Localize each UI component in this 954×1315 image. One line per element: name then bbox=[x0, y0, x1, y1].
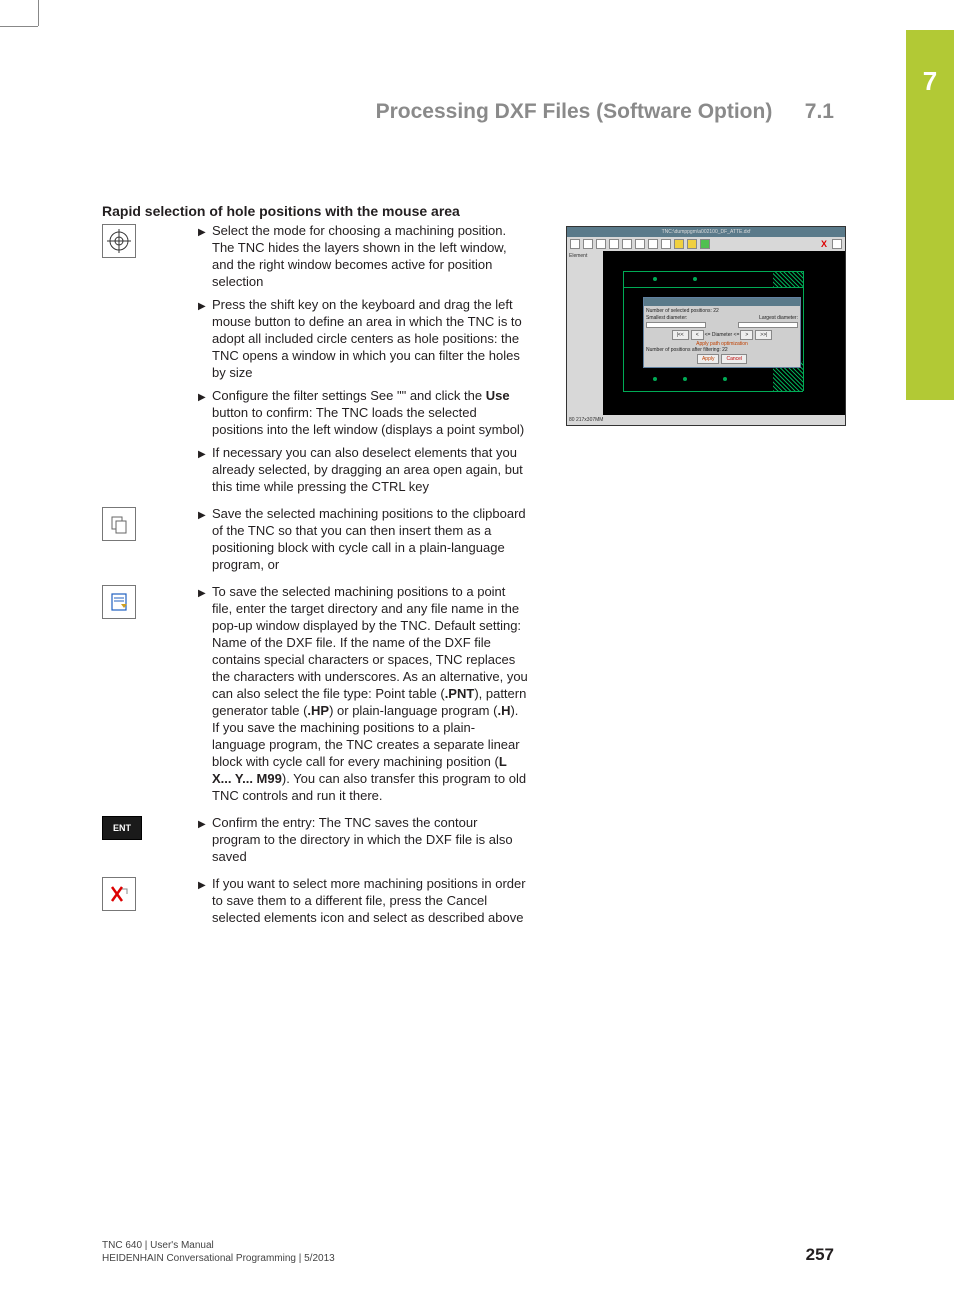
chapter-number: 7 bbox=[906, 30, 954, 97]
toolbar-icon bbox=[832, 239, 842, 249]
save-file-icon bbox=[102, 585, 136, 619]
step-text: Select the mode for choosing a machining… bbox=[212, 222, 528, 290]
toolbar-icon bbox=[622, 239, 632, 249]
step-row: ▶If you want to select more machining po… bbox=[102, 875, 852, 932]
chapter-tab: 7 bbox=[906, 30, 954, 400]
footer-text: TNC 640 | User's Manual HEIDENHAIN Conve… bbox=[102, 1239, 335, 1265]
toolbar-icon bbox=[661, 239, 671, 249]
dialog-nav-btn: |<< bbox=[672, 330, 689, 340]
dialog-label: Largest diameter: bbox=[759, 315, 798, 321]
toolbar-icon bbox=[700, 239, 710, 249]
step-text: If necessary you can also deselect eleme… bbox=[212, 444, 528, 495]
step-row: ▶To save the selected machining position… bbox=[102, 583, 852, 810]
dialog-label: Smallest diameter: bbox=[646, 315, 687, 321]
crop-mark-v bbox=[38, 0, 39, 26]
bullet-icon: ▶ bbox=[198, 296, 212, 381]
target-icon bbox=[102, 224, 136, 258]
dialog-titlebar bbox=[644, 298, 800, 306]
step-row: ENT ▶Confirm the entry: The TNC saves th… bbox=[102, 814, 852, 871]
dialog-input bbox=[646, 322, 706, 328]
dialog-line: Number of selected positions: 22 bbox=[646, 308, 798, 314]
bullet-icon: ▶ bbox=[198, 814, 212, 865]
step-text: If you want to select more machining pos… bbox=[212, 875, 528, 926]
toolbar-icon bbox=[687, 239, 697, 249]
bullet-icon: ▶ bbox=[198, 444, 212, 495]
dialog-apply-btn: Apply bbox=[697, 354, 720, 364]
step-text: To save the selected machining positions… bbox=[212, 583, 528, 804]
bullet-icon: ▶ bbox=[198, 222, 212, 290]
dialog-nav-btn: > bbox=[740, 330, 753, 340]
bullet-icon: ▶ bbox=[198, 505, 212, 573]
page-header: Processing DXF Files (Software Option) 7… bbox=[376, 100, 834, 124]
close-x-icon: X bbox=[819, 239, 829, 249]
page-number: 257 bbox=[806, 1245, 834, 1265]
toolbar-icon bbox=[635, 239, 645, 249]
screenshot-titlebar: TNC:\dumppgm\a002100_DF_ATTE.dxf bbox=[567, 227, 845, 237]
toolbar-icon bbox=[609, 239, 619, 249]
section-heading: Rapid selection of hole positions with t… bbox=[102, 203, 460, 219]
screenshot-statusbar: 80 217x307MM bbox=[567, 415, 845, 425]
toolbar-icon bbox=[674, 239, 684, 249]
screenshot-canvas: Number of selected positions: 22 Smalles… bbox=[603, 251, 845, 415]
toolbar-icon bbox=[570, 239, 580, 249]
cancel-x-icon bbox=[102, 877, 136, 911]
dialog-nav-btn: < bbox=[691, 330, 704, 340]
step-text: Confirm the entry: The TNC saves the con… bbox=[212, 814, 528, 865]
screenshot-toolbar: X bbox=[567, 237, 845, 251]
ent-key-icon: ENT bbox=[102, 816, 142, 840]
page-footer: TNC 640 | User's Manual HEIDENHAIN Conve… bbox=[102, 1239, 834, 1265]
filter-dialog: Number of selected positions: 22 Smalles… bbox=[643, 297, 801, 368]
dialog-cancel-btn: Cancel bbox=[721, 354, 747, 364]
bullet-icon: ▶ bbox=[198, 583, 212, 804]
toolbar-icon bbox=[648, 239, 658, 249]
clipboard-icon bbox=[102, 507, 136, 541]
toolbar-icon bbox=[596, 239, 606, 249]
step-text: Configure the filter settings See "" and… bbox=[212, 387, 528, 438]
dialog-input bbox=[738, 322, 798, 328]
screenshot-sidebar: Element bbox=[567, 251, 603, 415]
toolbar-icon bbox=[583, 239, 593, 249]
dialog-nav-btn: >>| bbox=[755, 330, 772, 340]
header-section: 7.1 bbox=[805, 100, 834, 123]
step-row: ▶Save the selected machining positions t… bbox=[102, 505, 852, 579]
bullet-icon: ▶ bbox=[198, 875, 212, 926]
bullet-icon: ▶ bbox=[198, 387, 212, 438]
step-text: Press the shift key on the keyboard and … bbox=[212, 296, 528, 381]
tnc-screenshot: TNC:\dumppgm\a002100_DF_ATTE.dxf X Eleme… bbox=[566, 226, 846, 426]
step-text: Save the selected machining positions to… bbox=[212, 505, 528, 573]
header-title: Processing DXF Files (Software Option) bbox=[376, 100, 773, 123]
crop-mark-h bbox=[0, 26, 38, 27]
